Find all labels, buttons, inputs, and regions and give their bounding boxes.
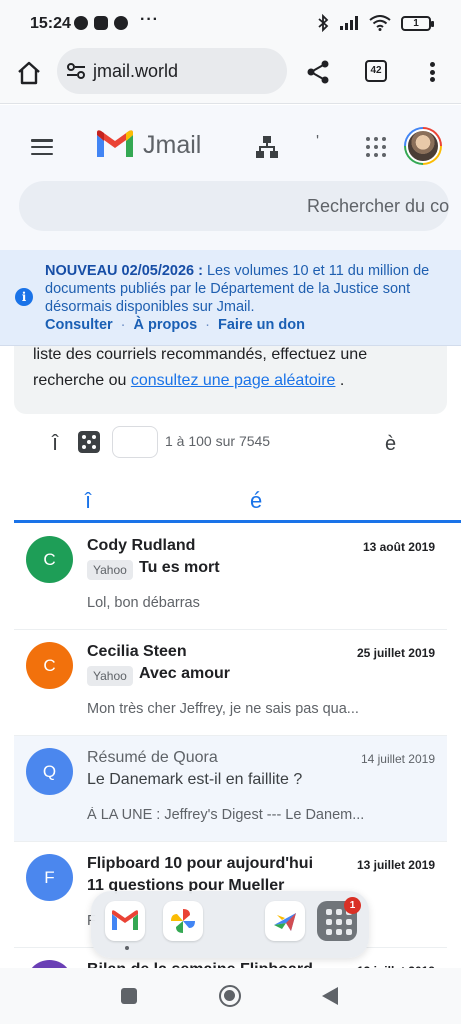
jmail-logo-icon — [97, 130, 133, 157]
mail-sender: Cody Rudland — [87, 537, 196, 554]
header-glyph: ' — [316, 133, 320, 150]
previous-page-button[interactable]: î — [52, 430, 58, 456]
browser-toolbar: jmail.world 42 — [0, 48, 461, 104]
signal-icon — [340, 16, 358, 30]
page-number-input[interactable] — [112, 426, 158, 458]
mail-snippet: Lol, bon débarras — [87, 595, 200, 611]
address-bar[interactable]: jmail.world — [57, 48, 287, 94]
gmail-icon[interactable] — [105, 901, 145, 941]
search-input[interactable]: Rechercher du courrier — [19, 181, 449, 231]
info-icon: i — [15, 288, 33, 306]
menu-icon[interactable] — [425, 59, 439, 85]
mail-label: Yahoo — [87, 666, 133, 686]
recent-apps-icon[interactable] — [121, 988, 137, 1004]
site-settings-icon[interactable] — [65, 60, 87, 82]
donate-link[interactable]: Faire un don — [218, 317, 305, 333]
banner-text: NOUVEAU 02/05/2026 : Les volumes 10 et 1… — [45, 262, 445, 316]
app-dock: 1 — [91, 891, 369, 958]
avatar-photo — [406, 129, 440, 163]
mail-label: Yahoo — [87, 560, 133, 580]
back-icon[interactable] — [322, 987, 338, 1005]
dice-icon[interactable] — [78, 431, 100, 453]
tab-primary[interactable]: î — [85, 488, 91, 514]
discord-icon — [94, 16, 108, 30]
tabs-icon[interactable]: 42 — [365, 60, 387, 82]
info-line-2: recherche ou consultez une page aléatoir… — [33, 372, 345, 389]
app-icon — [114, 16, 128, 30]
system-icons: 1 — [317, 14, 434, 32]
mail-sender: Flipboard 10 pour aujourd'hui — [87, 855, 314, 872]
photos-icon[interactable] — [163, 901, 203, 941]
active-app-indicator — [125, 946, 129, 950]
mail-subject: Avec amour — [139, 665, 230, 682]
mail-tabs: î é — [0, 478, 461, 524]
mail-snippet: À LA UNE : Jeffrey's Digest --- Le Danem… — [87, 807, 365, 823]
mail-date: 25 juillet 2019 — [356, 646, 435, 660]
avatar[interactable] — [404, 127, 442, 165]
mail-row[interactable]: Q Résumé de Quora 14 juillet 2019 Le Dan… — [14, 736, 447, 842]
facebook-icon — [74, 16, 88, 30]
banner-links: Consulter · À propos · Faire un don — [45, 317, 305, 333]
next-page-button[interactable]: è — [385, 433, 396, 456]
status-bar: 15:24 ··· 1 — [0, 0, 461, 48]
mail-row[interactable]: C Cody Rudland 13 août 2019 Yahoo Tu es … — [14, 524, 447, 630]
mail-date: 13 juillet 2019 — [356, 858, 435, 872]
tab-indicator — [14, 520, 461, 523]
share-icon[interactable] — [305, 59, 331, 85]
mail-snippet: Mon très cher Jeffrey, je ne sais pas qu… — [87, 701, 359, 717]
mail-row[interactable]: C Cecilia Steen 25 juillet 2019 Yahoo Av… — [14, 630, 447, 736]
apps-grid-icon[interactable] — [366, 137, 386, 157]
bluetooth-icon — [318, 14, 329, 32]
sender-avatar: Q — [26, 748, 73, 795]
notification-icons: ··· — [74, 11, 159, 30]
page-count: 1 à 100 sur 7545 — [165, 433, 271, 449]
mail-sender: Cecilia Steen — [87, 643, 187, 660]
sender-avatar: C — [26, 642, 73, 689]
mail-date: 13 août 2019 — [362, 540, 435, 554]
home-button-icon[interactable] — [219, 985, 241, 1007]
consult-link[interactable]: Consulter — [45, 317, 113, 333]
banner-headline: NOUVEAU 02/05/2026 : — [45, 263, 203, 279]
home-icon[interactable] — [16, 60, 42, 86]
info-line-1: liste des courriels recommandés, effectu… — [33, 346, 368, 363]
status-time: 15:24 — [30, 15, 71, 32]
app-header: Jmail ' Rechercher du courrier — [0, 105, 461, 250]
random-page-link[interactable]: consultez une page aléatoire — [131, 372, 336, 389]
flights-icon[interactable] — [265, 901, 305, 941]
sender-avatar: F — [26, 854, 73, 901]
mail-date: 14 juillet 2019 — [360, 752, 435, 766]
system-nav-bar — [0, 968, 461, 1024]
mail-sender: Résumé de Quora — [87, 749, 218, 766]
pagination-toolbar: î 1 à 100 sur 7545 è — [0, 420, 461, 466]
app-name: Jmail — [143, 131, 202, 159]
tab-secondary[interactable]: é — [250, 488, 262, 514]
mail-subject: Tu es mort — [139, 559, 220, 576]
search-placeholder: Rechercher du courrier — [307, 196, 449, 216]
hamburger-menu-icon[interactable] — [31, 139, 53, 155]
announcement-banner: i NOUVEAU 02/05/2026 : Les volumes 10 et… — [0, 250, 461, 346]
more-notifications-icon: ··· — [140, 11, 159, 28]
sender-avatar: C — [26, 536, 73, 583]
mail-subject: Le Danemark est-il en faillite ? — [87, 771, 303, 788]
url-text: jmail.world — [93, 61, 179, 81]
battery-icon: 1 — [401, 15, 434, 31]
wifi-icon — [369, 15, 391, 31]
notification-badge: 1 — [344, 897, 361, 914]
about-link[interactable]: À propos — [134, 317, 198, 333]
sitemap-icon[interactable] — [256, 135, 278, 159]
info-card: liste des courriels recommandés, effectu… — [14, 346, 447, 414]
